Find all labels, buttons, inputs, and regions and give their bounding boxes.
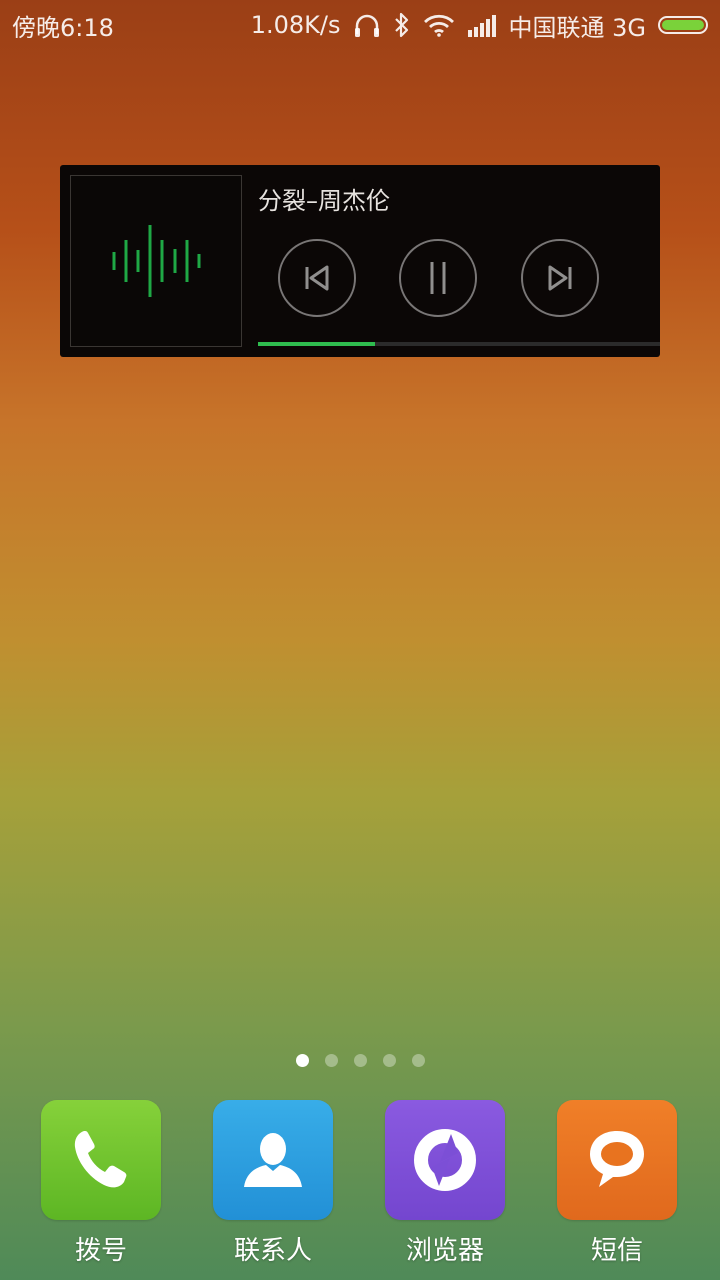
dock-app-dialer[interactable]: 拨号 (15, 1100, 187, 1267)
song-title: 分裂–周杰伦 (258, 187, 390, 215)
playback-controls (278, 239, 628, 319)
dock-app-contacts[interactable]: 联系人 (187, 1100, 359, 1267)
pause-icon (430, 262, 446, 294)
page-dot[interactable] (411, 1054, 425, 1067)
dialer-tile[interactable] (41, 1100, 161, 1220)
previous-button[interactable] (278, 239, 356, 317)
browser-tile[interactable] (385, 1100, 505, 1220)
message-icon (590, 1131, 644, 1187)
dock-app-browser[interactable]: 浏览器 (359, 1100, 531, 1267)
signal-icon (467, 13, 497, 37)
dock-app-messages[interactable]: 短信 (531, 1100, 703, 1267)
carrier-label: 中国联通 3G (508, 13, 647, 42)
page-dot[interactable] (382, 1054, 396, 1067)
pause-button[interactable] (399, 239, 477, 317)
next-button[interactable] (521, 239, 599, 317)
contact-icon (244, 1133, 302, 1187)
status-time: 傍晚6:18 (12, 13, 114, 42)
messages-tile[interactable] (557, 1100, 677, 1220)
dock: 拨号 联系人 浏览器 短信 (0, 1100, 720, 1280)
phone-icon (74, 1131, 127, 1188)
wifi-icon (423, 13, 455, 37)
waveform-icon (112, 225, 201, 297)
dialer-label: 拨号 (74, 1236, 127, 1266)
network-speed: 1.08K/s (250, 11, 341, 39)
playback-progress-fill (258, 342, 375, 346)
playback-progress-bar[interactable] (258, 342, 660, 346)
headphones-icon (353, 12, 381, 38)
page-indicator (0, 1054, 720, 1068)
bluetooth-icon (393, 12, 411, 38)
browser-label: 浏览器 (405, 1236, 484, 1266)
next-icon (548, 265, 572, 291)
contacts-label: 联系人 (233, 1236, 312, 1266)
status-bar: 傍晚6:18 1.08K/s 中国联通 3G (0, 0, 720, 50)
contacts-tile[interactable] (213, 1100, 333, 1220)
page-dot[interactable] (295, 1054, 309, 1067)
page-dot[interactable] (324, 1054, 338, 1067)
battery-icon (658, 16, 708, 34)
music-player-widget[interactable]: 分裂–周杰伦 (60, 165, 660, 357)
browser-icon (414, 1129, 476, 1191)
battery-level (662, 20, 704, 30)
messages-label: 短信 (590, 1236, 643, 1266)
page-dot[interactable] (353, 1054, 367, 1067)
previous-icon (305, 265, 329, 291)
album-art[interactable] (70, 175, 242, 347)
